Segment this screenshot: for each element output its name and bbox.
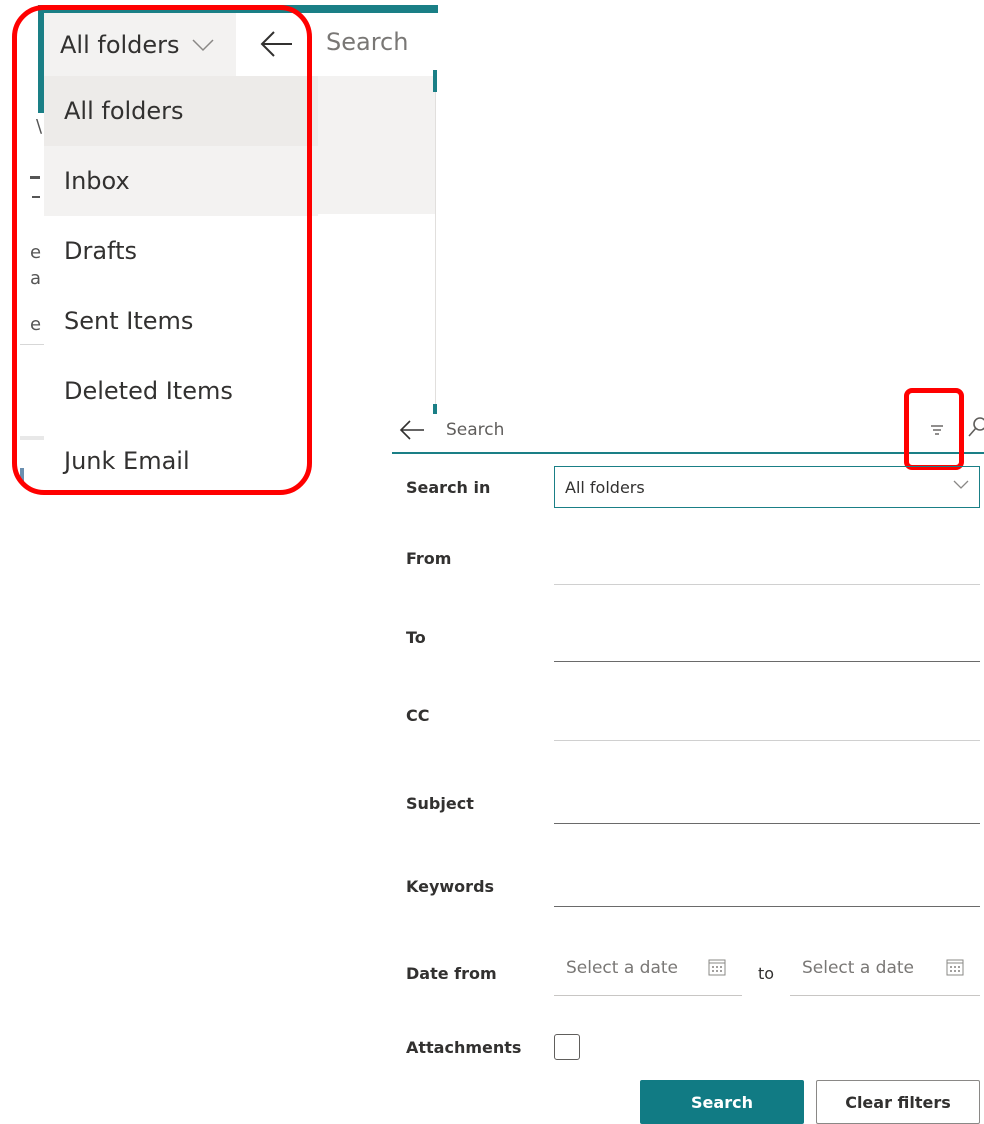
menu-item-inbox[interactable]: Inbox (44, 146, 318, 216)
menu-item-label: All folders (64, 97, 184, 125)
keywords-field[interactable] (554, 862, 980, 907)
menu-item-label: Drafts (64, 237, 137, 265)
menu-item-label: Deleted Items (64, 377, 233, 405)
search-input[interactable]: Search (326, 28, 408, 56)
from-field[interactable] (554, 540, 980, 585)
header-accent-bar (40, 5, 438, 13)
date-from-label: Date from (406, 964, 497, 983)
date-from-placeholder: Select a date (566, 958, 679, 978)
search-icon[interactable] (966, 415, 984, 439)
search-in-select[interactable]: All folders (554, 466, 980, 508)
background-divider (20, 344, 44, 345)
background-text-fragment: e (30, 314, 42, 335)
attachments-label: Attachments (406, 1038, 522, 1057)
subject-field[interactable] (554, 779, 980, 824)
background-text-fragment (30, 176, 40, 179)
advanced-search-input[interactable]: Search (446, 420, 504, 440)
search-in-label: Search in (406, 478, 491, 497)
background-marker (20, 468, 24, 482)
scroll-accent-dot (433, 404, 437, 414)
chevron-down-icon (192, 38, 214, 51)
menu-item-label: Inbox (64, 167, 130, 195)
panel-divider (435, 92, 436, 404)
menu-item-deleted-items[interactable]: Deleted Items (44, 356, 318, 426)
to-field[interactable] (554, 617, 980, 662)
background-text-fragment: a (30, 268, 42, 289)
from-label: From (406, 549, 452, 568)
search-in-value: All folders (565, 477, 645, 497)
menu-item-sent-items[interactable]: Sent Items (44, 286, 318, 356)
background-divider (20, 436, 44, 440)
menu-item-all-folders[interactable]: All folders (44, 76, 318, 146)
menu-item-junk-email[interactable]: Junk Email (44, 426, 318, 496)
background-text-fragment (32, 196, 40, 198)
search-button[interactable]: Search (640, 1080, 804, 1124)
search-header-divider (392, 452, 984, 454)
folder-select-label: All folders (60, 30, 180, 59)
background-text-fragment: e (30, 242, 42, 263)
date-range-connector: to (758, 964, 775, 983)
filter-icon[interactable] (926, 420, 948, 440)
clear-filters-button[interactable]: Clear filters (816, 1080, 980, 1124)
folder-dropdown-menu: All folders Inbox Drafts Sent Items Dele… (44, 76, 318, 496)
cc-field[interactable] (554, 696, 980, 741)
chevron-down-icon (953, 480, 969, 489)
menu-item-drafts[interactable]: Drafts (44, 216, 318, 286)
back-arrow-icon[interactable] (398, 416, 426, 444)
scroll-accent (433, 70, 437, 92)
calendar-icon[interactable] (708, 958, 726, 976)
keywords-label: Keywords (406, 877, 495, 896)
to-label: To (406, 628, 426, 647)
background-text-fragment: \ (36, 116, 43, 137)
menu-item-label: Sent Items (64, 307, 194, 335)
date-to-placeholder: Select a date (802, 958, 915, 978)
back-arrow-icon[interactable] (258, 26, 294, 62)
calendar-icon[interactable] (946, 958, 964, 976)
attachments-checkbox[interactable] (554, 1034, 580, 1060)
folder-select[interactable]: All folders (44, 13, 236, 76)
menu-item-label: Junk Email (64, 447, 190, 475)
subject-label: Subject (406, 794, 474, 813)
cc-label: CC (406, 706, 430, 725)
